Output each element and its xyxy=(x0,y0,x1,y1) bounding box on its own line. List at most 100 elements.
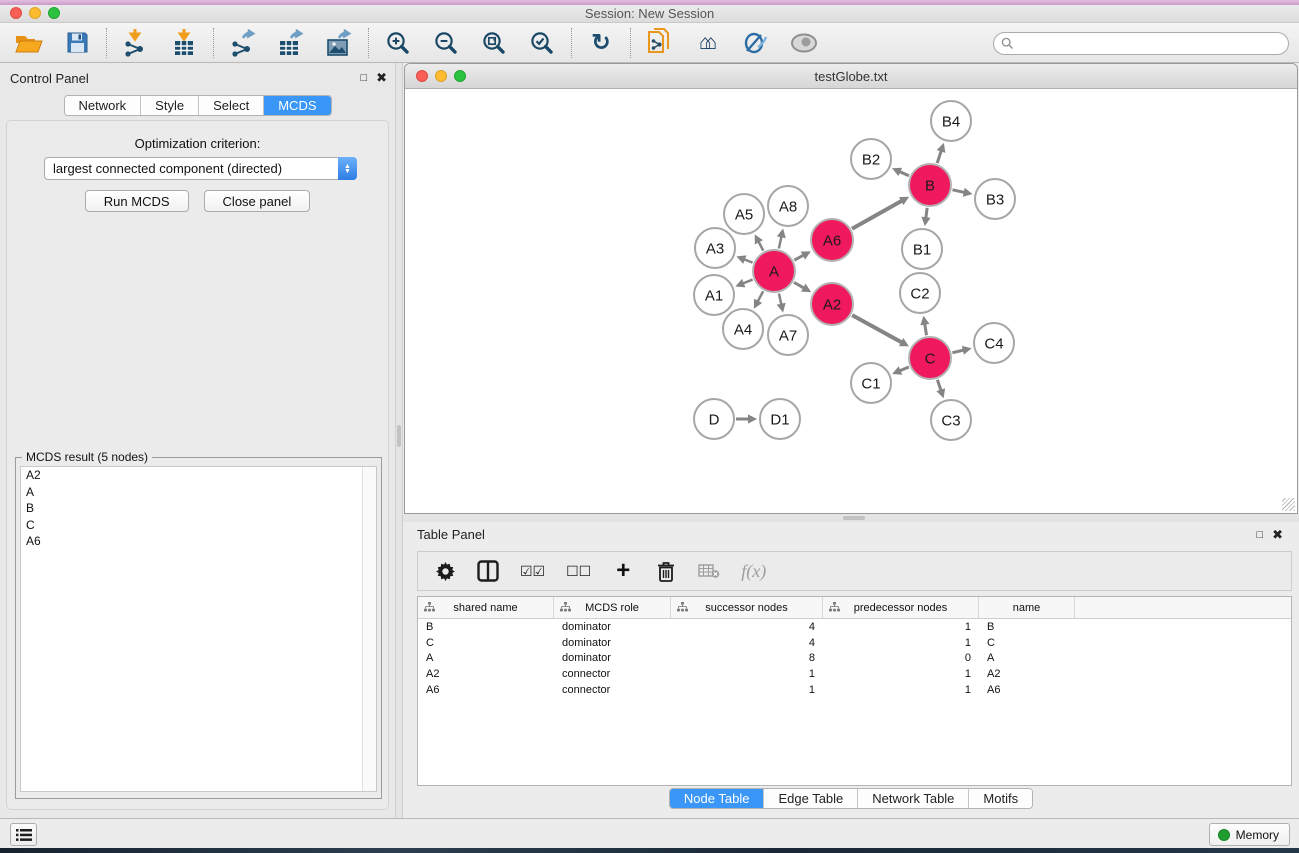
zoom-in-icon[interactable] xyxy=(383,28,413,58)
graph-edge[interactable] xyxy=(892,168,909,176)
mcds-result-item[interactable]: C xyxy=(21,517,376,534)
tab-edge-table[interactable]: Edge Table xyxy=(764,789,858,808)
graph-node-B4[interactable]: B4 xyxy=(931,101,971,141)
tab-mcds[interactable]: MCDS xyxy=(264,96,330,115)
column-header[interactable]: predecessor nodes xyxy=(823,597,979,618)
graph-edge[interactable] xyxy=(794,251,811,260)
table-cell[interactable]: A2 xyxy=(979,666,1075,682)
table-cell[interactable]: 1 xyxy=(823,666,979,682)
close-panel-icon[interactable]: ✖ xyxy=(376,71,387,85)
column-header[interactable]: name xyxy=(979,597,1075,618)
graph-edge[interactable] xyxy=(852,315,909,346)
column-settings-gear-icon[interactable] xyxy=(434,558,456,584)
import-table-icon[interactable] xyxy=(169,28,199,58)
graph-node-B2[interactable]: B2 xyxy=(851,139,891,179)
export-table-icon[interactable] xyxy=(276,28,306,58)
home-icon[interactable]: ⌂⌂ xyxy=(693,28,723,58)
birdseye-view-icon[interactable] xyxy=(789,28,819,58)
table-cell[interactable]: 4 xyxy=(671,619,823,635)
tab-motifs[interactable]: Motifs xyxy=(969,789,1032,808)
graph-node-A3[interactable]: A3 xyxy=(695,228,735,268)
close-panel-icon[interactable]: ✖ xyxy=(1272,528,1283,542)
table-cell[interactable]: 1 xyxy=(823,682,979,698)
zoom-out-icon[interactable] xyxy=(431,28,461,58)
float-panel-icon[interactable]: □ xyxy=(1256,528,1263,542)
table-row[interactable]: A2connector11A2 xyxy=(418,666,1291,682)
zoom-selected-icon[interactable] xyxy=(527,28,557,58)
tab-select[interactable]: Select xyxy=(199,96,264,115)
table-cell[interactable]: B xyxy=(979,619,1075,635)
tab-style[interactable]: Style xyxy=(141,96,199,115)
table-cell[interactable]: dominator xyxy=(554,651,671,667)
graph-edge[interactable] xyxy=(736,255,752,264)
graph-node-C[interactable]: C xyxy=(909,337,951,379)
graph-node-B[interactable]: B xyxy=(909,164,951,206)
show-graphics-details-icon[interactable] xyxy=(741,28,771,58)
graph-edge[interactable] xyxy=(852,197,909,229)
select-all-checkboxes-icon[interactable]: ☑☑ xyxy=(520,558,545,584)
table-cell[interactable]: 8 xyxy=(671,651,823,667)
graph-edge[interactable] xyxy=(952,346,971,355)
table-cell[interactable]: dominator xyxy=(554,635,671,651)
graph-edge[interactable] xyxy=(936,380,945,398)
save-session-icon[interactable] xyxy=(62,28,92,58)
zoom-fit-icon[interactable] xyxy=(479,28,509,58)
splitter-grip[interactable] xyxy=(397,425,401,447)
column-header[interactable]: shared name xyxy=(418,597,554,618)
column-header[interactable]: successor nodes xyxy=(671,597,823,618)
table-cell[interactable]: A6 xyxy=(979,682,1075,698)
clone-network-icon[interactable] xyxy=(645,28,675,58)
graph-edge[interactable] xyxy=(755,234,764,250)
graph-node-B3[interactable]: B3 xyxy=(975,179,1015,219)
splitter-grip[interactable] xyxy=(843,516,865,520)
graph-edge[interactable] xyxy=(777,228,786,248)
table-row[interactable]: A6connector11A6 xyxy=(418,682,1291,698)
table-cell[interactable]: 1 xyxy=(671,666,823,682)
graph-edge[interactable] xyxy=(920,316,929,336)
run-mcds-button[interactable]: Run MCDS xyxy=(85,190,189,212)
graph-edge[interactable] xyxy=(937,143,946,163)
task-history-button[interactable] xyxy=(10,823,37,846)
table-cell[interactable]: A xyxy=(979,651,1075,667)
refresh-view-icon[interactable]: ↻ xyxy=(586,28,616,58)
tab-network[interactable]: Network xyxy=(64,96,141,115)
table-cell[interactable]: C xyxy=(979,635,1075,651)
table-cell[interactable]: 0 xyxy=(823,651,979,667)
mcds-result-item[interactable]: A xyxy=(21,484,376,501)
table-cell[interactable]: 1 xyxy=(671,682,823,698)
graph-node-C2[interactable]: C2 xyxy=(900,273,940,313)
import-network-icon[interactable] xyxy=(121,28,151,58)
horizontal-splitter[interactable] xyxy=(403,514,1299,522)
tab-network-table[interactable]: Network Table xyxy=(858,789,969,808)
graph-node-D1[interactable]: D1 xyxy=(760,399,800,439)
deselect-all-checkboxes-icon[interactable]: ☐☐ xyxy=(566,558,591,584)
graph-edge[interactable] xyxy=(952,188,972,197)
export-image-icon[interactable] xyxy=(324,28,354,58)
table-cell[interactable]: 1 xyxy=(823,619,979,635)
graph-node-C1[interactable]: C1 xyxy=(851,363,891,403)
graph-edge[interactable] xyxy=(736,414,757,423)
graph-node-A4[interactable]: A4 xyxy=(723,309,763,349)
graph-node-A[interactable]: A xyxy=(753,250,795,292)
mcds-result-item[interactable]: A6 xyxy=(21,533,376,550)
search-input[interactable] xyxy=(1014,35,1288,53)
mcds-result-item[interactable]: B xyxy=(21,500,376,517)
vertical-splitter[interactable] xyxy=(395,63,403,818)
table-cell[interactable]: dominator xyxy=(554,619,671,635)
graph-edge[interactable] xyxy=(921,208,930,226)
close-panel-button[interactable]: Close panel xyxy=(204,190,311,212)
table-row[interactable]: Bdominator41B xyxy=(418,619,1291,635)
graph-edge[interactable] xyxy=(794,282,811,292)
mcds-result-item[interactable]: A2 xyxy=(21,467,376,484)
graph-node-B1[interactable]: B1 xyxy=(902,229,942,269)
add-column-icon[interactable]: + xyxy=(612,558,634,584)
table-row[interactable]: Adominator80A xyxy=(418,651,1291,667)
table-cell[interactable]: A xyxy=(418,651,554,667)
graph-node-C4[interactable]: C4 xyxy=(974,323,1014,363)
table-cell[interactable]: connector xyxy=(554,682,671,698)
table-cell[interactable]: 4 xyxy=(671,635,823,651)
float-panel-icon[interactable]: □ xyxy=(360,71,367,85)
table-cell[interactable]: 1 xyxy=(823,635,979,651)
optimization-criterion-select[interactable]: largest connected component (directed) ▲… xyxy=(44,157,357,180)
table-cell[interactable]: A6 xyxy=(418,682,554,698)
